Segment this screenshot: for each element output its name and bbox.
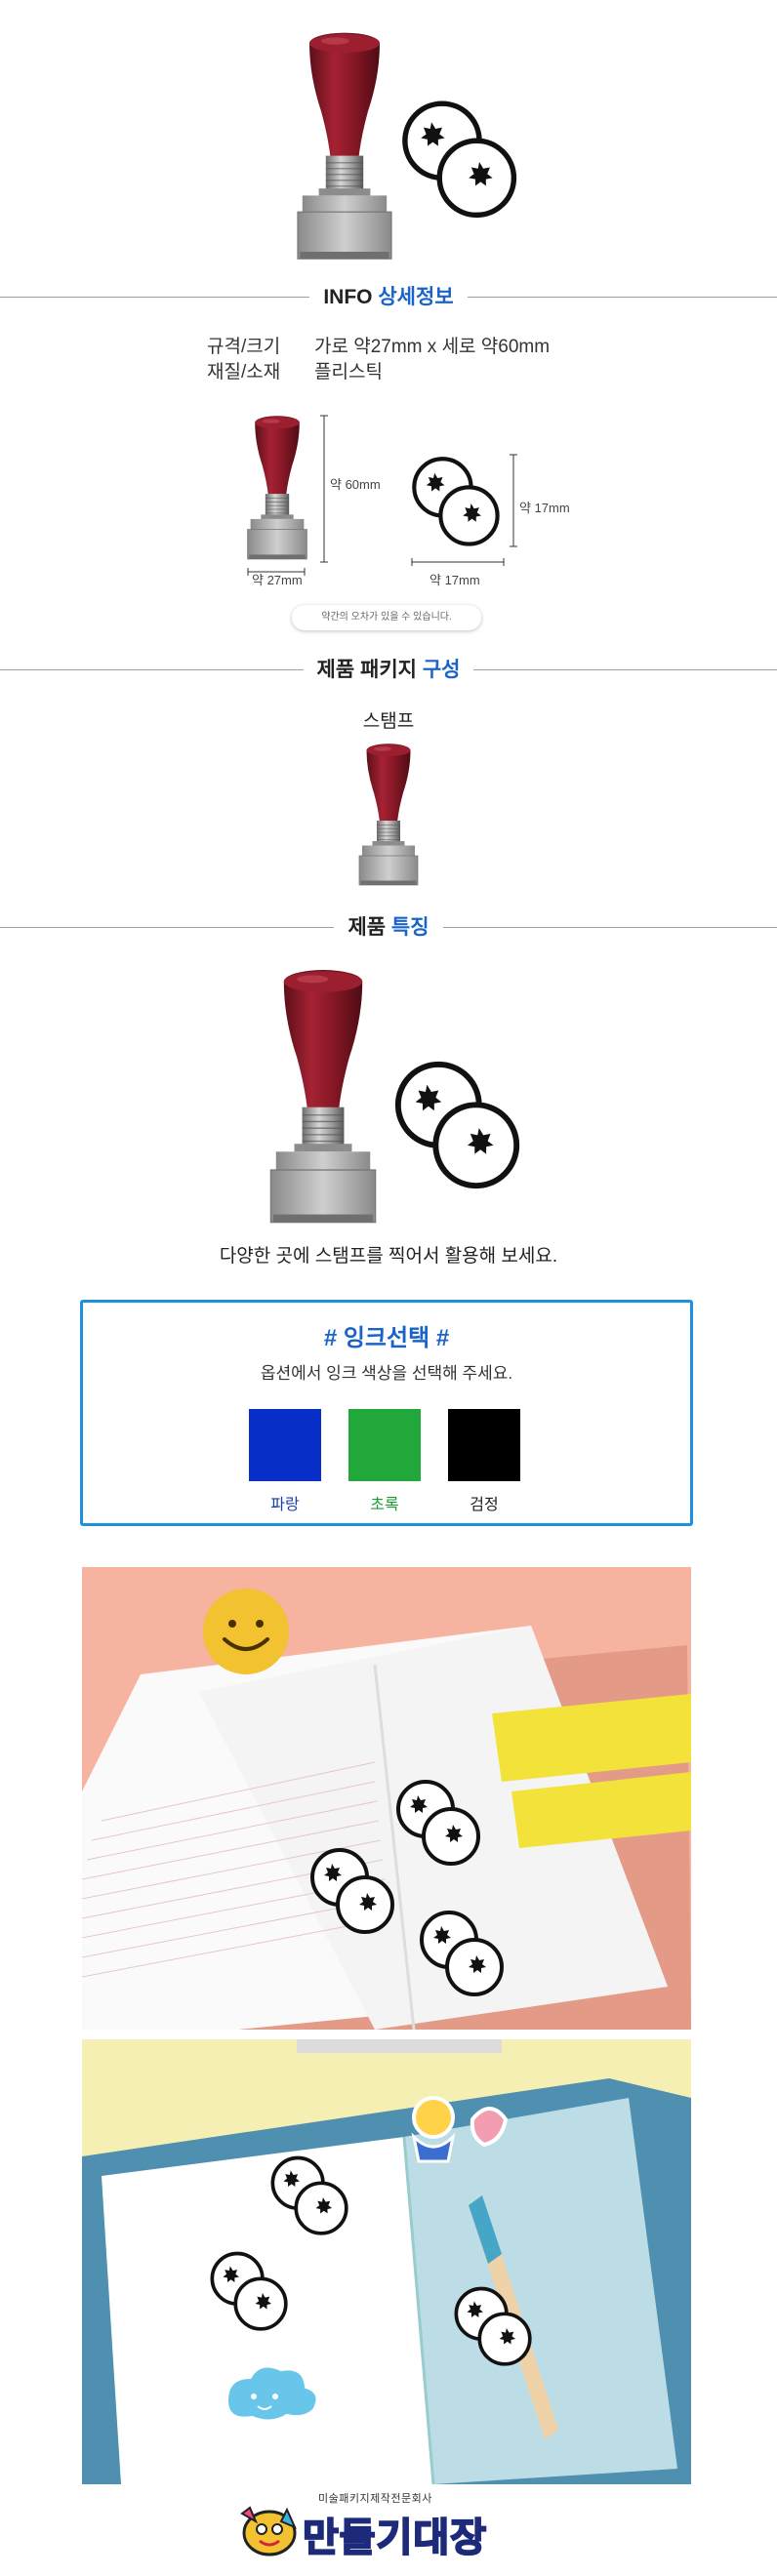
ink-swatch-green [348, 1409, 421, 1481]
stamp-width-dim: 약 27mm [252, 573, 303, 587]
spec-material-value: 플리스틱 [314, 362, 383, 382]
spec-size-label: 규격/크기 [207, 337, 281, 357]
features-section-header: 제품 특징 [0, 911, 777, 945]
features-title: 제품 [348, 916, 387, 939]
berry-stamp-print [394, 96, 527, 228]
brand-tagline: 미술패키지제작전문회사 [318, 2493, 432, 2505]
features-title-accent: 특징 [390, 916, 429, 939]
feature-berry-print [387, 1056, 531, 1200]
brand-logo: 미술패키지제작전문회사 만들기대장 [232, 2486, 545, 2564]
stamp-height-dim: 약 60mm [330, 477, 381, 492]
ink-title: # 잉크선택 # [323, 1325, 450, 1351]
info-title: INFO [323, 286, 373, 308]
ink-swatch-black [448, 1409, 520, 1481]
ink-label-black: 검정 [470, 1497, 499, 1513]
print-width-dim: 약 17mm [429, 573, 480, 587]
ink-label-green: 초록 [370, 1497, 399, 1513]
ink-swatch-blue [249, 1409, 321, 1481]
ink-label-blue: 파랑 [270, 1497, 300, 1513]
package-item-label: 스탬프 [362, 711, 415, 732]
package-title-accent: 구성 [422, 659, 461, 681]
feature-caption: 다양한 곳에 스탬프를 찍어서 활용해 보세요. [219, 1246, 558, 1267]
package-title: 제품 패키지 [316, 659, 417, 681]
usage-photo-notebook-pink [82, 1567, 691, 2030]
package-section-header: 제품 패키지 구성 [0, 654, 777, 687]
stamp-image [297, 31, 392, 260]
spec-size-value: 가로 약27mm x 세로 약60mm [314, 337, 551, 357]
feature-stamp-image [269, 969, 377, 1224]
print-height-dim: 약 17mm [519, 501, 570, 515]
info-title-accent: 상세정보 [378, 286, 454, 308]
print-diagram [406, 453, 508, 554]
spec-material-label: 재질/소재 [207, 362, 281, 382]
info-section-header: INFO 상세정보 [0, 281, 777, 314]
brand-logo-text: 만들기대장 [302, 2516, 487, 2560]
package-stamp-image [358, 743, 419, 886]
brand-mascot-icon [240, 2506, 297, 2556]
ink-subtitle: 옵션에서 잉크 색상을 선택해 주세요. [260, 1364, 513, 1383]
usage-photo-notebook-yellow [82, 2039, 691, 2484]
tolerance-note: 약간의 오차가 있을 수 있습니다. [292, 605, 481, 630]
ink-selection-box: # 잉크선택 # 옵션에서 잉크 색상을 선택해 주세요. 파랑 초록 검정 [80, 1300, 693, 1526]
